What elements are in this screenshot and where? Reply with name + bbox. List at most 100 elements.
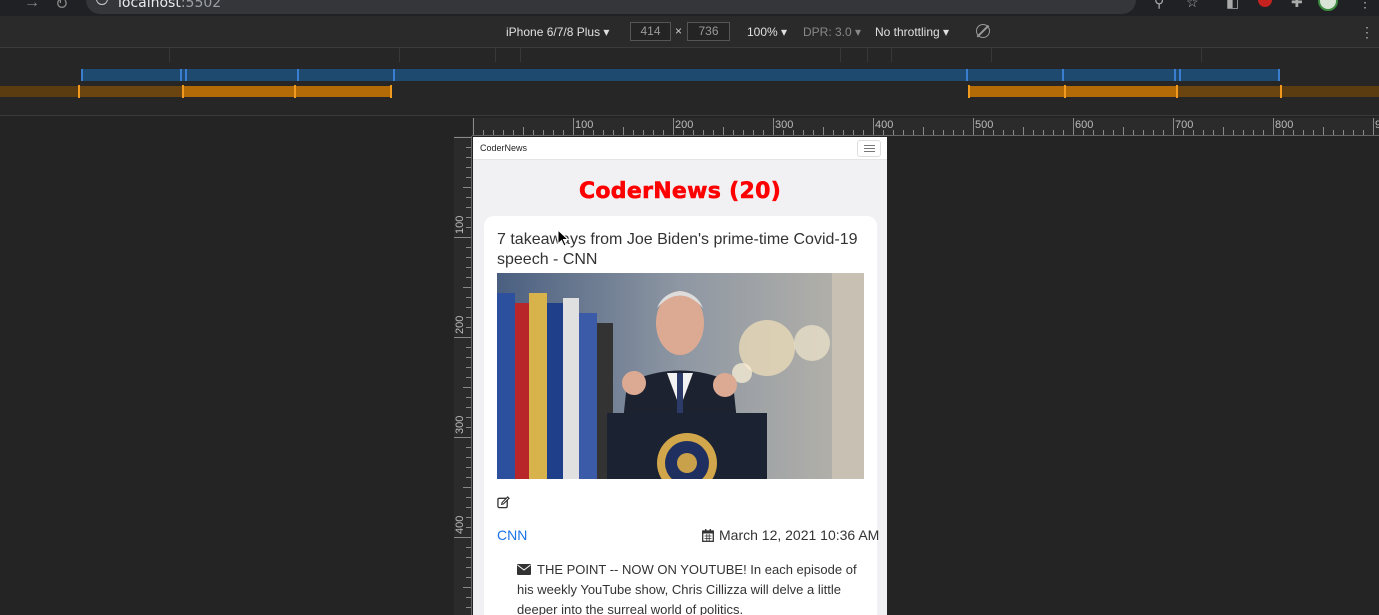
ruler-tick xyxy=(466,207,471,208)
edit-icon[interactable] xyxy=(497,496,510,509)
ruler-tick xyxy=(1013,130,1014,135)
ruler-tick xyxy=(466,577,471,578)
ruler-tick xyxy=(466,257,471,258)
ruler-tick xyxy=(873,118,874,135)
ruler-label: 100 xyxy=(575,119,594,131)
avatar[interactable] xyxy=(1318,0,1338,11)
dpr-value: DPR: 3.0 xyxy=(803,25,852,39)
min-width-query-bar[interactable] xyxy=(79,86,183,97)
page-title: CoderNews (20) xyxy=(578,179,782,205)
forward-icon[interactable]: → xyxy=(24,0,40,12)
ruler-tick xyxy=(466,547,471,548)
ruler-tick xyxy=(623,127,624,135)
ruler-label: 300 xyxy=(775,119,794,131)
ruler-tick xyxy=(466,247,471,248)
ruler-tick xyxy=(913,130,914,135)
ruler-tick xyxy=(463,287,471,288)
ruler-label: 700 xyxy=(1175,119,1194,131)
throttling-select[interactable]: No throttling ▾ xyxy=(875,25,949,39)
height-input[interactable]: 736 xyxy=(687,22,730,41)
url-host: localhost xyxy=(118,0,181,11)
zoom-select[interactable]: 100% ▾ xyxy=(747,25,787,39)
min-width-query-bar[interactable] xyxy=(968,86,1177,97)
ruler-tick xyxy=(1333,130,1334,135)
ruler-tick xyxy=(573,118,574,135)
ruler-tick xyxy=(466,427,471,428)
ruler-tick xyxy=(743,130,744,135)
source-link[interactable]: CNN xyxy=(497,527,527,543)
ruler-tick xyxy=(466,377,471,378)
ruler-tick xyxy=(563,130,564,135)
ruler-tick xyxy=(466,607,471,608)
article-title[interactable]: 7 takeaways from Joe Biden's prime-time … xyxy=(497,230,869,270)
ruler-tick xyxy=(1133,130,1134,135)
ruler-tick xyxy=(823,127,824,135)
ruler-tick xyxy=(454,337,471,338)
ruler-tick xyxy=(466,447,471,448)
chevron-down-icon: ▾ xyxy=(943,25,950,39)
ruler-tick xyxy=(1173,118,1174,135)
ruler-tick xyxy=(463,587,471,588)
article-image[interactable] xyxy=(497,273,864,479)
ruler-tick xyxy=(466,497,471,498)
ruler-tick xyxy=(466,407,471,408)
extension-icon[interactable]: ◧ xyxy=(1226,0,1239,11)
min-width-query-bar[interactable] xyxy=(183,86,391,97)
ruler-tick xyxy=(1373,118,1374,135)
ruler-tick xyxy=(663,130,664,135)
ruler-tick xyxy=(1153,130,1154,135)
device-select[interactable]: iPhone 6/7/8 Plus ▾ xyxy=(506,25,609,39)
puzzle-icon[interactable]: ✚ xyxy=(1291,0,1303,11)
article-description: THE POINT -- NOW ON YOUTUBE! In each epi… xyxy=(517,560,857,615)
ruler-tick xyxy=(903,130,904,135)
min-width-query-bar[interactable] xyxy=(1177,86,1281,97)
ruler-tick xyxy=(1113,130,1114,135)
device-name: iPhone 6/7/8 Plus xyxy=(506,25,601,39)
ruler-tick xyxy=(1353,130,1354,135)
device-viewport[interactable]: CoderNews CoderNews (20) 7 takeaways fro… xyxy=(473,137,887,615)
ruler-tick xyxy=(466,227,471,228)
ruler-tick xyxy=(973,118,974,135)
rotate-icon[interactable] xyxy=(976,24,990,38)
ruler-label: 100 xyxy=(454,215,466,234)
dpr-select[interactable]: DPR: 3.0 ▾ xyxy=(803,25,861,39)
ruler-label: 600 xyxy=(1075,119,1094,131)
star-icon[interactable]: ☆ xyxy=(1186,0,1199,11)
ruler-tick xyxy=(466,457,471,458)
ruler-tick xyxy=(454,137,471,138)
dimension-separator: × xyxy=(675,24,683,38)
zoom-icon[interactable]: ⚲ xyxy=(1154,0,1164,11)
address-bar[interactable] xyxy=(86,0,1136,14)
hamburger-icon[interactable] xyxy=(857,140,881,157)
ruler-tick xyxy=(733,130,734,135)
media-query-row-breakpoints[interactable] xyxy=(0,48,1379,62)
ruler-tick xyxy=(963,130,964,135)
ruler-tick xyxy=(466,177,471,178)
browser-toolbar: → ↻ localhost:5502 ⚲ ☆ ◧ ✚ ⋮ xyxy=(0,0,1379,16)
ruler-tick xyxy=(454,237,471,238)
ruler-tick xyxy=(466,357,471,358)
url-text[interactable]: localhost:5502 xyxy=(118,0,221,11)
ruler-tick xyxy=(1203,130,1204,135)
media-query-bars xyxy=(0,48,1379,116)
ruler-tick xyxy=(1273,118,1274,135)
ruler-tick xyxy=(1323,127,1324,135)
ruler-tick xyxy=(1123,127,1124,135)
width-input[interactable]: 414 xyxy=(630,22,671,41)
ruler-tick xyxy=(703,130,704,135)
ruler-tick xyxy=(466,307,471,308)
extension-badge-icon[interactable] xyxy=(1258,0,1272,7)
ruler-tick xyxy=(1313,130,1314,135)
browser-menu-icon[interactable]: ⋮ xyxy=(1358,0,1372,11)
reload-icon[interactable]: ↻ xyxy=(55,0,68,14)
ruler-tick xyxy=(753,130,754,135)
max-width-query-bar[interactable] xyxy=(81,69,1280,81)
brand-link[interactable]: CoderNews xyxy=(480,143,527,153)
envelope-icon xyxy=(517,564,531,575)
ruler-tick xyxy=(653,130,654,135)
ruler-tick xyxy=(463,487,471,488)
ruler-label: 200 xyxy=(675,119,694,131)
ruler-tick xyxy=(833,130,834,135)
vertical-ruler: 100 200 300 400 xyxy=(454,136,472,615)
more-options-icon[interactable]: ⋮ xyxy=(1360,24,1374,41)
